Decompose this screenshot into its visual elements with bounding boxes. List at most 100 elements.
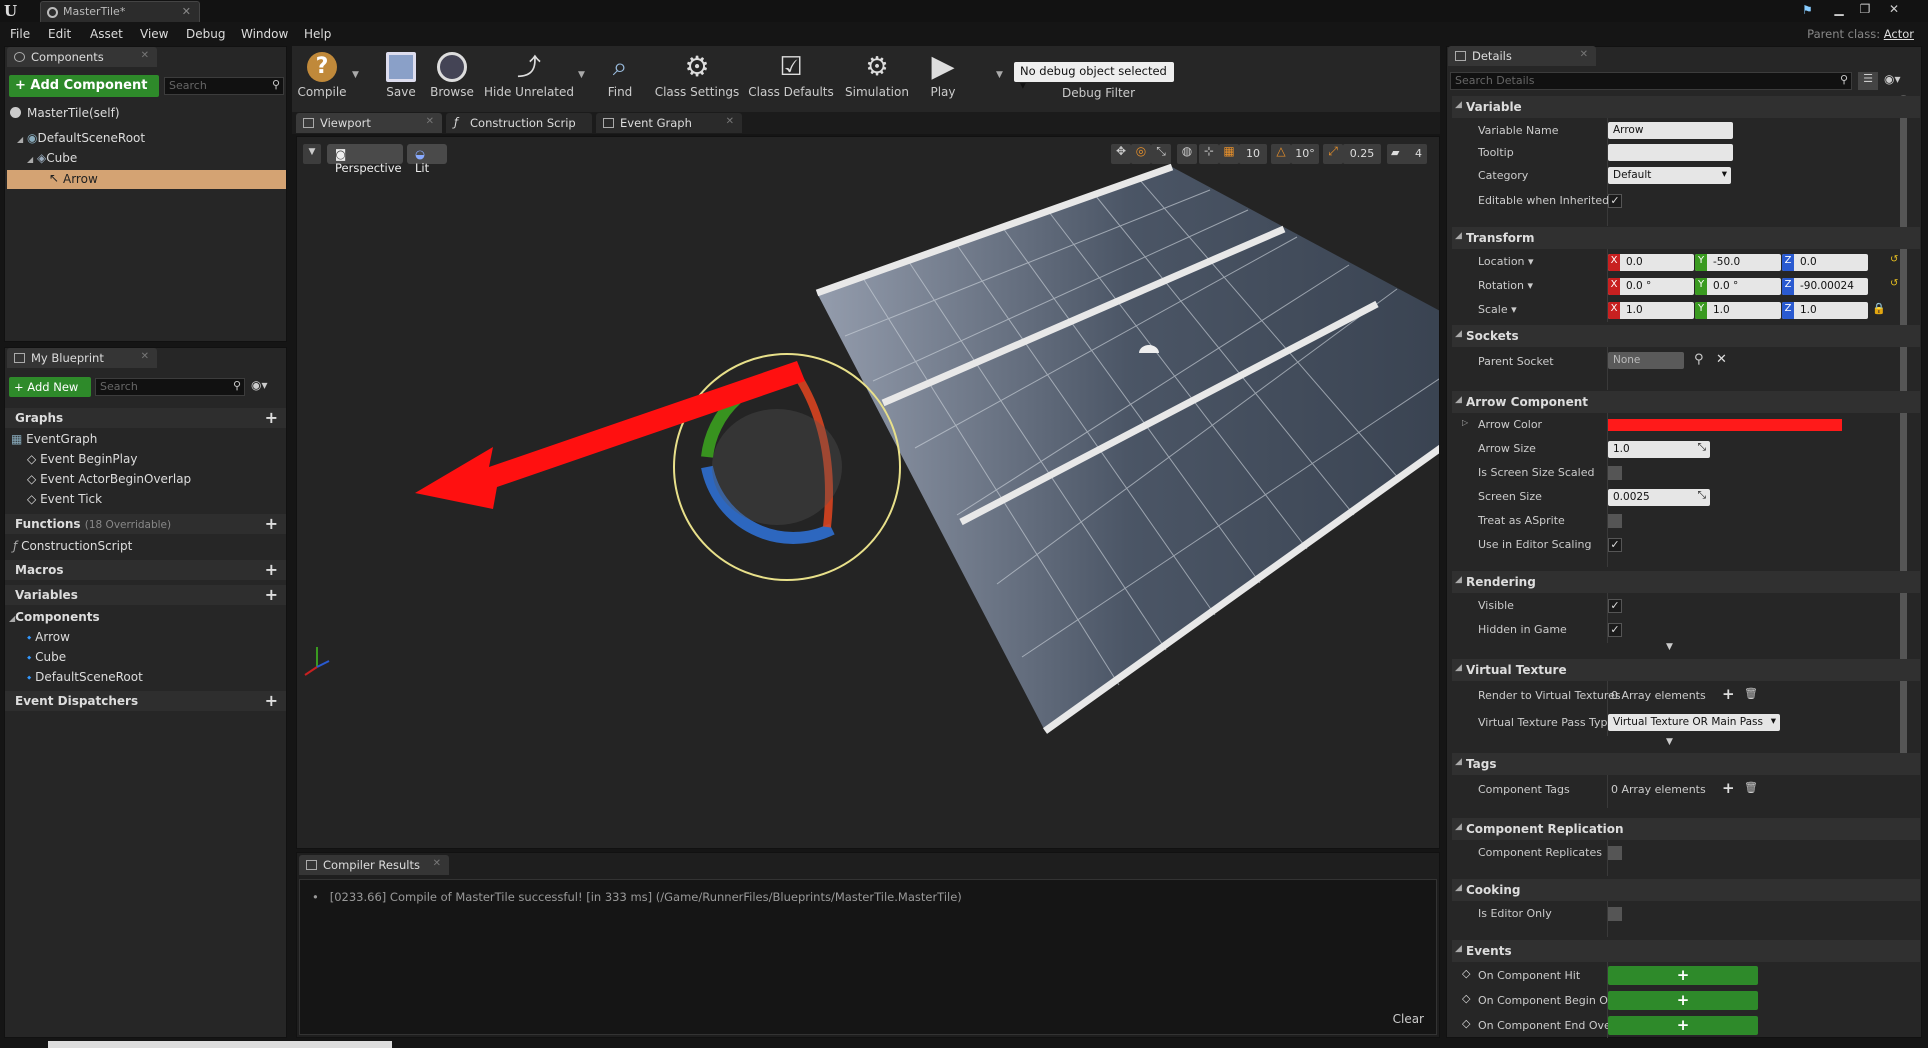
play-button[interactable]: ▶ Play <box>918 48 968 110</box>
hide-unrelated-button[interactable]: ⤴ Hide Unrelated <box>484 48 574 110</box>
viewport[interactable]: ▼ ◙ Perspective ◒ Lit ✥ ◎ ⤡ ◍ ⊹ ▦ 10 △ 1… <box>296 136 1440 849</box>
location-dropdown[interactable]: Location ▾ <box>1478 255 1534 268</box>
tree-item-defaultsceneroot[interactable]: ◢ ◉DefaultSceneRoot <box>17 131 145 145</box>
tab-my-blueprint[interactable]: My Blueprint ✕ <box>7 348 157 368</box>
play-dropdown-icon[interactable]: ▼ <box>996 70 1003 80</box>
blueprint-search-input[interactable]: Search ⚲ <box>95 378 245 396</box>
rotation-snap-icon[interactable]: △ <box>1271 144 1291 164</box>
screen-size-input[interactable]: 0.0025 ⤡ <box>1608 489 1710 506</box>
add-event-button[interactable]: + <box>1608 966 1758 985</box>
event-dispatchers-section[interactable]: Event Dispatchers + <box>5 691 286 711</box>
close-icon[interactable]: ✕ <box>426 116 434 127</box>
variable-item[interactable]: ⬩ Arrow <box>27 630 70 645</box>
add-element-icon[interactable]: + <box>1722 685 1735 703</box>
transform-section[interactable]: ◢ Transform <box>1452 227 1920 249</box>
event-item[interactable]: ◇ Event BeginPlay <box>27 452 137 466</box>
find-button[interactable]: ⌕ Find <box>596 48 644 110</box>
details-search-input[interactable]: Search Details ⚲ <box>1450 72 1852 90</box>
vt-pass-type-select[interactable]: Virtual Texture OR Main Pass ▾ <box>1608 714 1780 731</box>
variable-name-input[interactable]: Arrow <box>1608 122 1733 139</box>
location-x-input[interactable]: X 0.0 <box>1608 254 1694 271</box>
add-macro-icon[interactable]: + <box>265 560 278 579</box>
tab-viewport[interactable]: Viewport ✕ <box>296 113 442 133</box>
clear-button[interactable]: Clear <box>1393 1012 1424 1026</box>
arrow-size-input[interactable]: 1.0 ⤡ <box>1608 441 1710 458</box>
scale-snap-icon[interactable]: ⤢ <box>1323 144 1343 164</box>
event-graph-item[interactable]: ▦ EventGraph <box>11 432 97 446</box>
menu-asset[interactable]: Asset <box>90 27 123 41</box>
variable-item[interactable]: ⬩ Cube <box>27 650 66 665</box>
add-element-icon[interactable]: + <box>1722 779 1735 797</box>
visibility-eye-icon[interactable]: ◉▾ <box>1884 72 1901 86</box>
show-advanced-icon[interactable]: ▼ <box>1666 737 1673 747</box>
rotation-gizmo[interactable] <box>673 353 901 581</box>
lock-icon[interactable]: 🔒 <box>1872 302 1886 315</box>
close-icon[interactable]: ✕ <box>433 858 441 869</box>
virtual-texture-section[interactable]: ◢ Virtual Texture <box>1452 659 1920 681</box>
scale-dropdown[interactable]: Scale ▾ <box>1478 303 1517 316</box>
parent-socket-input[interactable]: None <box>1608 352 1684 369</box>
rotation-y-input[interactable]: Y 0.0 ° <box>1695 278 1781 295</box>
event-item[interactable]: ◇ Event ActorBeginOverlap <box>27 472 191 486</box>
components-search-input[interactable]: Search ⚲ <box>164 77 284 95</box>
tab-construction-script[interactable]: ƒ Construction Scrip <box>446 113 592 133</box>
rotation-dropdown[interactable]: Rotation ▾ <box>1478 279 1533 292</box>
rotation-snap-value[interactable]: 10° <box>1291 144 1319 164</box>
add-event-button[interactable]: + <box>1608 1016 1758 1035</box>
scale-x-input[interactable]: X 1.0 <box>1608 302 1694 319</box>
close-window-icon[interactable]: ✕ <box>1885 2 1903 18</box>
minimize-icon[interactable]: ▁ <box>1830 2 1848 18</box>
component-replicates-checkbox[interactable] <box>1608 846 1622 860</box>
globe-icon[interactable]: ◍ <box>1177 144 1197 164</box>
search-icon[interactable]: ⚲ <box>1694 352 1704 367</box>
expand-icon[interactable]: ▷ <box>1462 418 1468 427</box>
camera-speed[interactable]: ▰ 4 <box>1387 144 1427 164</box>
rotation-z-input[interactable]: Z -90.00024 <box>1782 278 1868 295</box>
reset-icon[interactable]: ↺ <box>1890 278 1898 289</box>
show-advanced-icon[interactable]: ▼ <box>1666 642 1673 652</box>
events-section[interactable]: ◢ Events <box>1452 940 1920 962</box>
trash-icon[interactable]: 🗑 <box>1744 687 1758 700</box>
add-event-button[interactable]: + <box>1608 991 1758 1010</box>
clear-icon[interactable]: ✕ <box>1716 352 1727 367</box>
reset-icon[interactable]: ↺ <box>1890 254 1898 265</box>
category-select[interactable]: Default ▾ <box>1608 167 1731 184</box>
location-z-input[interactable]: Z 0.0 <box>1782 254 1868 271</box>
screen-size-scaled-checkbox[interactable] <box>1608 466 1622 480</box>
save-button[interactable]: Save <box>378 48 424 110</box>
add-function-icon[interactable]: + <box>265 514 278 533</box>
close-icon[interactable]: ✕ <box>182 5 191 18</box>
close-icon[interactable]: ✕ <box>141 351 149 362</box>
arrow-component-section[interactable]: ◢ Arrow Component <box>1452 391 1920 413</box>
rotate-icon[interactable]: ◎ <box>1131 144 1151 164</box>
menu-edit[interactable]: Edit <box>48 27 71 41</box>
rendering-section[interactable]: ◢ Rendering <box>1452 571 1920 593</box>
browse-button[interactable]: Browse <box>426 48 478 110</box>
variables-section[interactable]: Variables + <box>5 585 286 605</box>
lit-button[interactable]: ◒ Lit <box>407 144 447 175</box>
surface-snap-icon[interactable]: ⊹ <box>1199 144 1219 164</box>
viewport-scene[interactable] <box>297 137 1440 849</box>
tab-details[interactable]: Details ✕ <box>1448 46 1596 66</box>
menu-file[interactable]: File <box>10 27 30 41</box>
add-new-button[interactable]: + Add New <box>9 377 91 397</box>
scale-snap-value[interactable]: 0.25 <box>1343 144 1381 164</box>
close-icon[interactable]: ✕ <box>1580 49 1588 60</box>
construction-script-item[interactable]: ƒ ConstructionScript <box>13 539 132 553</box>
functions-section[interactable]: Functions (18 Overridable) + <box>5 514 286 534</box>
parent-class-link[interactable]: Actor <box>1884 27 1914 41</box>
arrow-color-swatch[interactable] <box>1608 419 1842 431</box>
hide-unrelated-dropdown-icon[interactable]: ▼ <box>578 70 585 80</box>
cooking-section[interactable]: ◢ Cooking <box>1452 879 1920 901</box>
location-y-input[interactable]: Y -50.0 <box>1695 254 1781 271</box>
scale-y-input[interactable]: Y 1.0 <box>1695 302 1781 319</box>
event-item[interactable]: ◇ Event Tick <box>27 492 102 506</box>
class-defaults-button[interactable]: ☑ Class Defaults <box>746 48 836 110</box>
menu-window[interactable]: Window <box>241 27 288 41</box>
document-tab[interactable]: MasterTile* ✕ <box>40 1 200 22</box>
tags-section[interactable]: ◢ Tags <box>1452 753 1920 775</box>
tab-components[interactable]: Components ✕ <box>7 47 157 67</box>
simulation-button[interactable]: ⚙ Simulation <box>842 48 912 110</box>
variable-item[interactable]: ⬩ DefaultSceneRoot <box>27 670 143 685</box>
add-variable-icon[interactable]: + <box>265 585 278 604</box>
